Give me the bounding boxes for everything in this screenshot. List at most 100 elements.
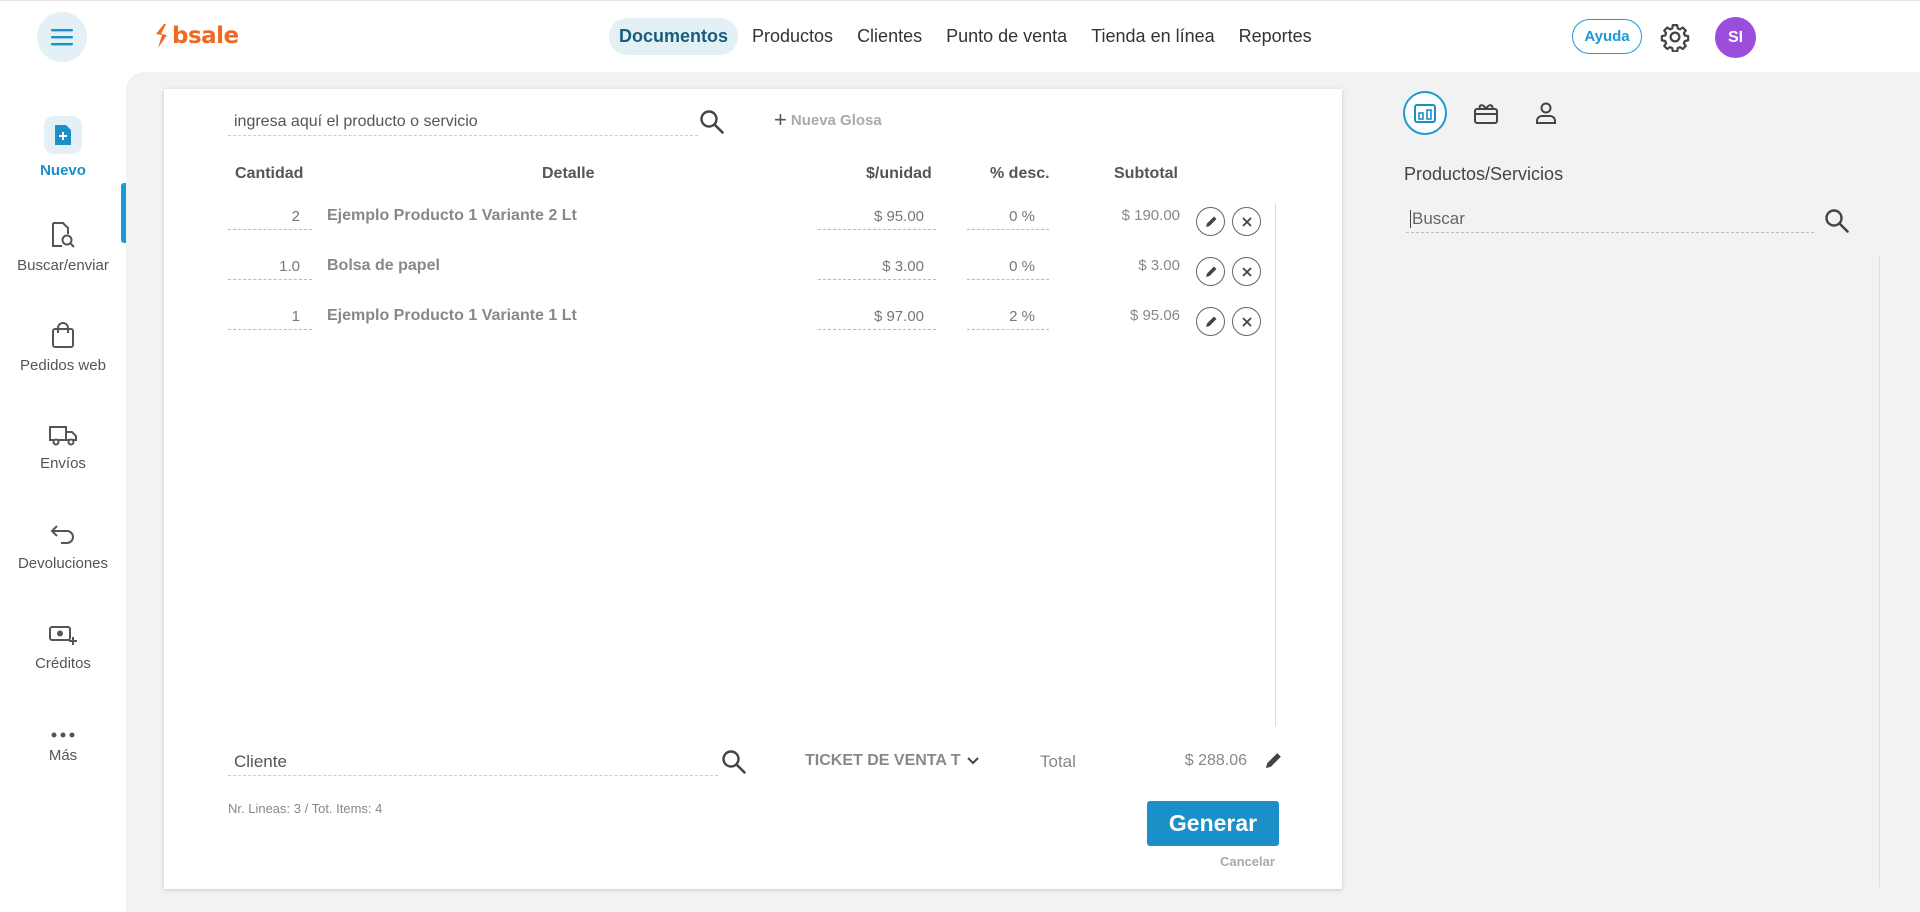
tab-products[interactable] — [1403, 91, 1447, 135]
product-detail: Ejemplo Producto 1 Variante 1 Lt — [327, 307, 577, 324]
nav-productos[interactable]: Productos — [742, 18, 843, 55]
quantity-field[interactable]: 2 — [228, 204, 312, 230]
subtotal-value: $ 190.00 — [1121, 207, 1180, 224]
table-row: 1.0 Bolsa de papel $ 3.00 0 % $ 3.00 — [164, 248, 1342, 288]
new-document-icon — [44, 115, 82, 154]
sidebar-label-envios: Envíos — [40, 454, 86, 472]
column-header-detalle: Detalle — [542, 165, 595, 182]
close-icon — [1241, 216, 1252, 227]
more-dots-icon — [51, 732, 75, 737]
edit-row-button[interactable] — [1196, 207, 1225, 236]
nav-punto-de-venta[interactable]: Punto de venta — [936, 18, 1077, 55]
top-navigation: Documentos Productos Clientes Punto de v… — [609, 16, 1322, 56]
column-header-precio-unidad: $/unidad — [866, 165, 932, 182]
table-row: 1 Ejemplo Producto 1 Variante 1 Lt $ 97.… — [164, 298, 1342, 338]
gift-card-icon — [1474, 104, 1498, 124]
nav-documentos[interactable]: Documentos — [609, 17, 739, 55]
sidebar-item-devoluciones[interactable]: Devoluciones — [0, 502, 126, 592]
money-plus-icon — [49, 625, 77, 645]
shopping-bag-icon — [52, 321, 74, 348]
sidebar-label-creditos: Créditos — [35, 654, 91, 672]
gear-icon[interactable] — [1660, 22, 1690, 52]
tab-gift-cards[interactable] — [1464, 91, 1508, 135]
nueva-glosa-button[interactable]: + Nueva Glosa — [774, 109, 882, 131]
product-detail: Ejemplo Producto 1 Variante 2 Lt — [327, 207, 577, 224]
document-card: ingresa aquí el producto o servicio + Nu… — [164, 89, 1342, 889]
total-value: $ 288.06 — [1184, 752, 1247, 769]
left-sidebar: Nuevo Buscar/enviar Pedidos web Envíos D… — [0, 72, 126, 912]
document-type-value: TICKET DE VENTA T — [805, 752, 961, 769]
sidebar-label-devoluciones: Devoluciones — [17, 554, 109, 572]
discount-field[interactable]: 0 % — [967, 204, 1049, 230]
unit-price-field[interactable]: $ 97.00 — [818, 304, 936, 330]
search-document-icon — [52, 221, 75, 248]
products-panel-scrollbar[interactable] — [1879, 255, 1880, 887]
sidebar-item-mas[interactable]: Más — [0, 702, 126, 792]
return-arrow-icon — [50, 524, 74, 544]
sidebar-label-mas: Más — [48, 746, 78, 764]
products-tab-icon — [1414, 104, 1436, 123]
cancelar-link[interactable]: Cancelar — [1220, 854, 1275, 869]
text-cursor — [1410, 209, 1411, 228]
pencil-icon — [1205, 216, 1216, 227]
close-icon — [1241, 266, 1252, 277]
sidebar-label-buscar-enviar: Buscar/enviar — [17, 256, 109, 274]
table-row: 2 Ejemplo Producto 1 Variante 2 Lt $ 95.… — [164, 198, 1342, 238]
lines-summary: Nr. Lineas: 3 / Tot. Items: 4 — [228, 801, 383, 816]
sidebar-item-pedidos-web[interactable]: Pedidos web — [0, 302, 126, 392]
product-detail: Bolsa de papel — [327, 257, 440, 274]
client-input[interactable]: Cliente — [228, 748, 718, 776]
search-icon[interactable] — [720, 748, 748, 776]
close-icon — [1241, 316, 1252, 327]
sidebar-item-buscar-enviar[interactable]: Buscar/enviar — [0, 202, 126, 292]
pencil-icon — [1205, 316, 1216, 327]
column-header-descuento: % desc. — [990, 165, 1050, 182]
edit-row-button[interactable] — [1196, 307, 1225, 336]
total-label: Total — [1040, 752, 1076, 771]
nav-tienda-en-linea[interactable]: Tienda en línea — [1081, 18, 1224, 55]
delete-row-button[interactable] — [1232, 207, 1261, 236]
pencil-icon — [1205, 266, 1216, 277]
nav-clientes[interactable]: Clientes — [847, 18, 932, 55]
logo-mark-icon — [156, 24, 167, 48]
search-icon[interactable] — [1823, 207, 1851, 235]
sidebar-item-envios[interactable]: Envíos — [0, 402, 126, 492]
person-icon — [1536, 102, 1556, 124]
products-search-placeholder: Buscar — [1412, 208, 1465, 228]
subtotal-value: $ 3.00 — [1138, 257, 1180, 274]
subtotal-value: $ 95.06 — [1129, 307, 1180, 324]
generar-button[interactable]: Generar — [1147, 801, 1279, 846]
tab-customer[interactable] — [1524, 91, 1568, 135]
delete-row-button[interactable] — [1232, 257, 1261, 286]
document-type-select[interactable]: TICKET DE VENTA T — [805, 752, 979, 770]
help-button[interactable]: Ayuda — [1572, 19, 1642, 54]
pencil-icon[interactable] — [1263, 751, 1283, 771]
search-icon[interactable] — [698, 108, 726, 136]
sidebar-label-nuevo: Nuevo — [40, 161, 86, 179]
sidebar-item-nuevo[interactable]: Nuevo — [0, 102, 126, 192]
discount-field[interactable]: 0 % — [967, 254, 1049, 280]
menu-button[interactable] — [37, 12, 87, 62]
unit-price-field[interactable]: $ 3.00 — [818, 254, 936, 280]
products-panel-title: Productos/Servicios — [1404, 164, 1564, 184]
quantity-field[interactable]: 1 — [228, 304, 312, 330]
bsale-logo[interactable]: bsale — [153, 21, 239, 51]
discount-field[interactable]: 2 % — [967, 304, 1049, 330]
hamburger-icon — [51, 29, 73, 46]
column-header-subtotal: Subtotal — [1114, 165, 1178, 182]
table-scrollbar-track[interactable] — [1275, 203, 1276, 726]
quantity-field[interactable]: 1.0 — [228, 254, 312, 280]
unit-price-field[interactable]: $ 95.00 — [818, 204, 936, 230]
user-avatar[interactable]: SI — [1715, 17, 1756, 58]
sidebar-label-pedidos-web: Pedidos web — [20, 356, 106, 374]
truck-icon — [49, 425, 77, 445]
edit-row-button[interactable] — [1196, 257, 1225, 286]
delete-row-button[interactable] — [1232, 307, 1261, 336]
chevron-down-icon — [966, 757, 979, 765]
sidebar-item-creditos[interactable]: Créditos — [0, 602, 126, 692]
product-search-input[interactable]: ingresa aquí el producto o servicio — [228, 108, 698, 136]
column-header-cantidad: Cantidad — [235, 165, 304, 182]
nueva-glosa-label: Nueva Glosa — [790, 111, 882, 129]
nav-reportes[interactable]: Reportes — [1229, 18, 1322, 55]
products-search-input[interactable]: Buscar — [1406, 205, 1814, 233]
